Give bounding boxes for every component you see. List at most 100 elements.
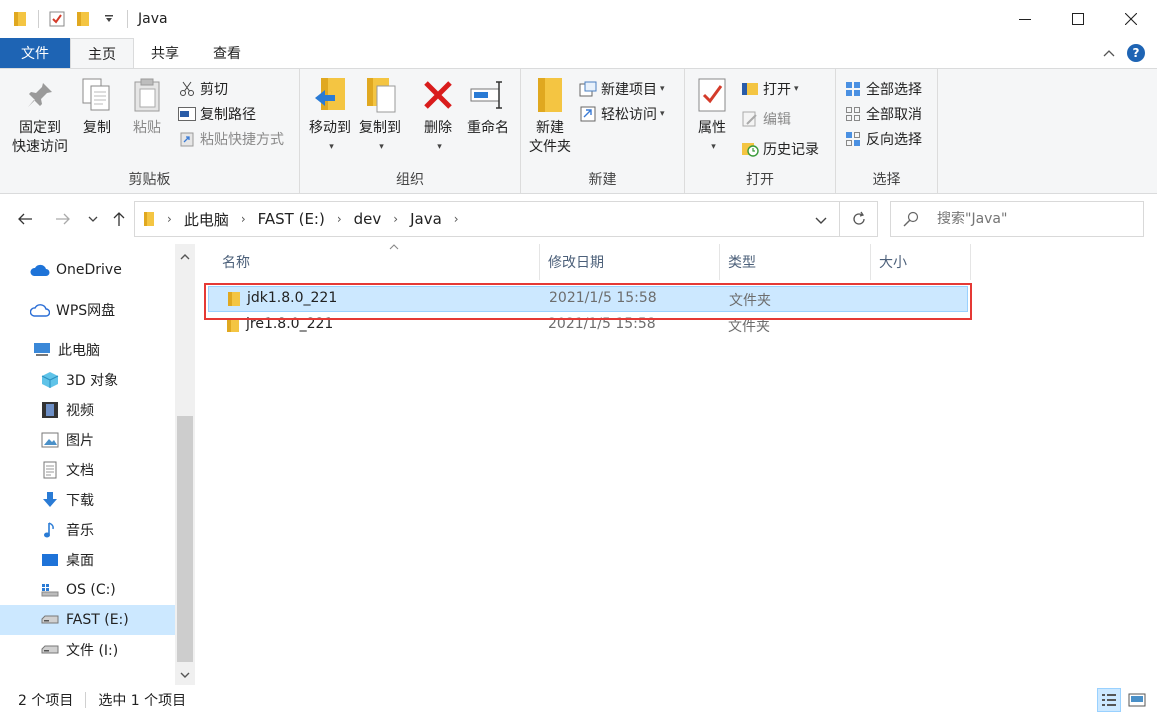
invert-selection-icon bbox=[844, 130, 862, 148]
rename-button[interactable]: 重命名 bbox=[462, 75, 514, 138]
nav-os-drive[interactable]: OS (C:) bbox=[0, 575, 175, 605]
nav-wps-cloud[interactable]: WPS网盘 bbox=[0, 295, 175, 325]
nav-videos[interactable]: 视频 bbox=[0, 395, 175, 425]
nav-fast-drive[interactable]: FAST (E:) bbox=[0, 605, 175, 635]
history-icon bbox=[741, 140, 759, 158]
easy-access-button[interactable]: 轻松访问 ▾ bbox=[579, 102, 665, 126]
tab-file[interactable]: 文件 bbox=[0, 38, 70, 68]
nav-3d-objects[interactable]: 3D 对象 bbox=[0, 365, 175, 395]
paste-shortcut-button[interactable]: 粘贴快捷方式 bbox=[178, 127, 284, 151]
column-header-name[interactable]: 名称 bbox=[214, 244, 540, 280]
nav-music[interactable]: 音乐 bbox=[0, 515, 175, 545]
pin-quick-access-button[interactable]: 固定到 快速访问 bbox=[8, 75, 72, 157]
up-button[interactable] bbox=[108, 206, 130, 232]
chevron-down-icon: ▾ bbox=[660, 109, 665, 119]
table-row[interactable]: jre1.8.0_221 2021/1/5 15:58 文件夹 bbox=[208, 313, 968, 339]
window-controls bbox=[998, 0, 1157, 38]
new-item-button[interactable]: 新建项目 ▾ bbox=[579, 77, 665, 101]
address-history-dropdown[interactable] bbox=[815, 213, 827, 229]
scroll-down-icon[interactable] bbox=[175, 665, 195, 685]
document-icon bbox=[40, 460, 60, 480]
edit-button[interactable]: 编辑 bbox=[741, 107, 791, 131]
nav-scrollbar[interactable] bbox=[175, 244, 195, 685]
column-header-type[interactable]: 类型 bbox=[720, 244, 871, 280]
picture-icon bbox=[40, 430, 60, 450]
address-row: › 此电脑 › FAST (E:) › dev › Java › bbox=[0, 194, 1157, 244]
chevron-right-icon[interactable]: › bbox=[241, 212, 246, 226]
address-bar[interactable]: › 此电脑 › FAST (E:) › dev › Java › bbox=[134, 201, 840, 237]
large-icons-view-button[interactable] bbox=[1125, 688, 1149, 712]
column-header-date[interactable]: 修改日期 bbox=[540, 244, 720, 280]
search-box[interactable] bbox=[890, 201, 1144, 237]
scrollbar-thumb[interactable] bbox=[177, 416, 193, 662]
window-title: Java bbox=[138, 11, 168, 27]
arrow-right-icon bbox=[56, 213, 70, 225]
maximize-button[interactable] bbox=[1051, 0, 1104, 38]
back-button[interactable] bbox=[14, 206, 36, 232]
paste-icon bbox=[127, 75, 167, 115]
chevron-right-icon[interactable]: › bbox=[393, 212, 398, 226]
details-view-button[interactable] bbox=[1097, 688, 1121, 712]
nav-documents[interactable]: 文档 bbox=[0, 455, 175, 485]
delete-button[interactable]: 删除 ▾ bbox=[418, 75, 458, 157]
copy-path-button[interactable]: 复制路径 bbox=[178, 102, 256, 126]
close-button[interactable] bbox=[1104, 0, 1157, 38]
breadcrumb-dev[interactable]: dev bbox=[354, 210, 382, 228]
drive-icon bbox=[40, 610, 60, 630]
breadcrumb-this-pc[interactable]: 此电脑 bbox=[184, 209, 229, 230]
chevron-right-icon[interactable]: › bbox=[167, 212, 172, 226]
chevron-right-icon[interactable]: › bbox=[337, 212, 342, 226]
copy-button[interactable]: 复制 bbox=[76, 75, 118, 138]
scroll-up-icon[interactable] bbox=[175, 246, 195, 266]
nav-pictures[interactable]: 图片 bbox=[0, 425, 175, 455]
nav-this-pc[interactable]: 此电脑 bbox=[0, 335, 175, 365]
help-icon[interactable]: ? bbox=[1127, 44, 1145, 62]
forward-button[interactable] bbox=[52, 206, 74, 232]
paste-button[interactable]: 粘贴 bbox=[126, 75, 168, 138]
customize-dropdown-icon[interactable] bbox=[99, 9, 119, 29]
tab-view[interactable]: 查看 bbox=[196, 38, 258, 68]
select-none-icon bbox=[844, 105, 862, 123]
nav-file-drive[interactable]: 文件 (I:) bbox=[0, 635, 175, 665]
cut-button[interactable]: 剪切 bbox=[178, 77, 228, 101]
search-icon bbox=[903, 211, 919, 227]
drive-icon bbox=[40, 640, 60, 660]
open-button[interactable]: 打开 ▾ bbox=[741, 77, 799, 101]
refresh-button[interactable] bbox=[840, 201, 878, 237]
properties-quick-icon[interactable] bbox=[47, 9, 67, 29]
nav-onedrive[interactable]: OneDrive bbox=[0, 255, 175, 285]
nav-desktop[interactable]: 桌面 bbox=[0, 545, 175, 575]
tab-share[interactable]: 共享 bbox=[134, 38, 196, 68]
computer-icon bbox=[32, 340, 52, 360]
table-row[interactable]: jdk1.8.0_221 2021/1/5 15:58 文件夹 bbox=[208, 286, 968, 312]
history-button[interactable]: 历史记录 bbox=[741, 137, 819, 161]
column-header-size[interactable]: 大小 bbox=[871, 244, 971, 280]
chevron-down-icon: ▾ bbox=[660, 84, 665, 94]
tab-home[interactable]: 主页 bbox=[70, 38, 134, 69]
collapse-ribbon-icon[interactable] bbox=[1103, 45, 1115, 61]
invert-selection-button[interactable]: 反向选择 bbox=[844, 127, 922, 151]
select-all-button[interactable]: 全部选择 bbox=[844, 77, 922, 101]
select-none-button[interactable]: 全部取消 bbox=[844, 102, 922, 126]
chevron-down-icon: ▾ bbox=[794, 84, 799, 94]
chevron-right-icon[interactable]: › bbox=[454, 212, 459, 226]
breadcrumb-java[interactable]: Java bbox=[410, 210, 442, 228]
divider bbox=[38, 10, 39, 28]
view-mode-buttons bbox=[1097, 688, 1149, 712]
move-to-icon bbox=[310, 75, 350, 115]
new-folder-button[interactable]: 新建 文件夹 bbox=[525, 75, 575, 157]
sort-ascending-icon bbox=[389, 242, 399, 253]
breadcrumb-fast-drive[interactable]: FAST (E:) bbox=[258, 210, 325, 228]
music-icon bbox=[40, 520, 60, 540]
search-input[interactable] bbox=[937, 211, 1127, 227]
recent-locations-button[interactable] bbox=[84, 206, 102, 232]
copy-to-button[interactable]: 复制到 ▾ bbox=[356, 75, 404, 157]
divider bbox=[127, 10, 128, 28]
os-drive-icon bbox=[40, 580, 60, 600]
new-folder-quick-icon[interactable] bbox=[73, 9, 93, 29]
nav-downloads[interactable]: 下载 bbox=[0, 485, 175, 515]
move-to-button[interactable]: 移动到 ▾ bbox=[306, 75, 354, 157]
ribbon-right-controls: ? bbox=[1103, 44, 1145, 62]
minimize-button[interactable] bbox=[998, 0, 1051, 38]
properties-button[interactable]: 属性 ▾ bbox=[691, 75, 733, 157]
